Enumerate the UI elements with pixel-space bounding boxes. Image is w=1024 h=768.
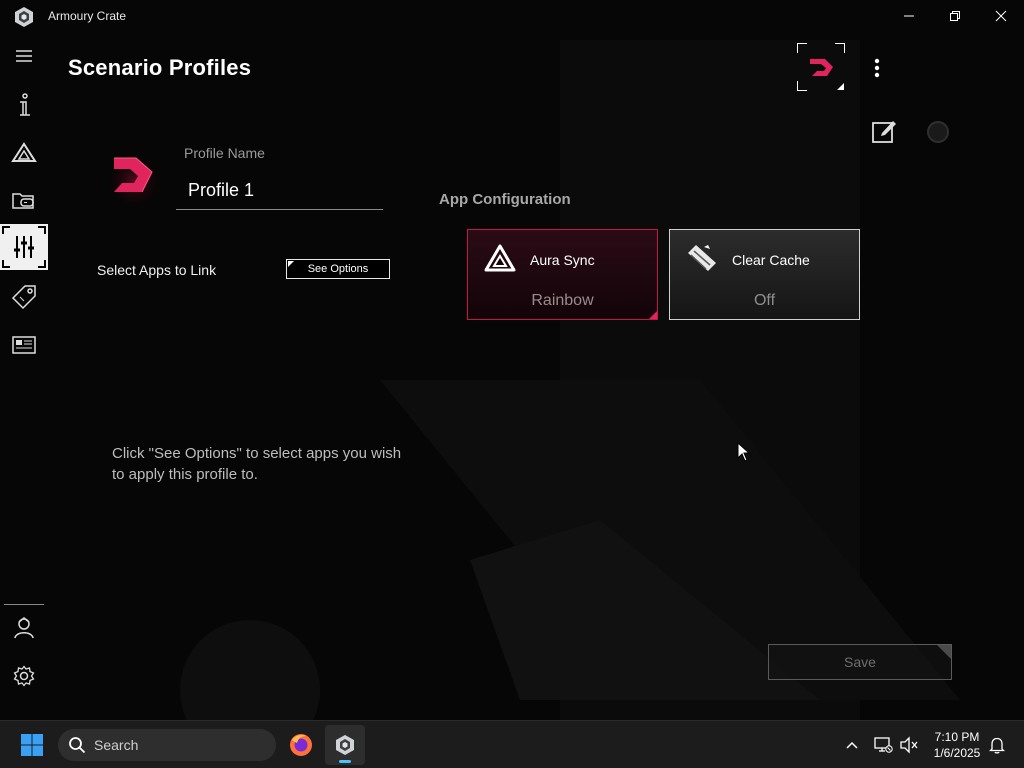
sidebar-item-settings[interactable] xyxy=(0,653,48,699)
search-label: Search xyxy=(94,737,139,753)
clock-date: 1/6/2025 xyxy=(933,746,981,760)
profile-name-label: Profile Name xyxy=(184,145,265,161)
active-app-indicator xyxy=(339,760,351,763)
window-title: Armoury Crate xyxy=(48,9,127,23)
close-icon xyxy=(995,10,1007,22)
game-library-icon xyxy=(12,193,34,209)
minimize-button[interactable] xyxy=(886,0,932,32)
search-icon xyxy=(69,737,86,754)
show-hidden-icons-button[interactable] xyxy=(840,733,864,757)
profile-name-input[interactable] xyxy=(176,172,383,210)
selection-bracket xyxy=(2,260,10,268)
page-title: Scenario Profiles xyxy=(68,55,252,80)
chevron-up-icon xyxy=(846,741,858,749)
info-icon xyxy=(20,93,30,116)
aura-sync-icon xyxy=(11,142,37,162)
sidebar-item-game-library[interactable] xyxy=(0,177,48,223)
profile-thumbnail-icon xyxy=(796,42,846,92)
select-apps-label: Select Apps to Link xyxy=(97,262,217,278)
selection-bracket xyxy=(38,226,46,234)
sidebar-item-aura-sync[interactable] xyxy=(0,130,48,176)
network-status[interactable] xyxy=(871,733,895,757)
taskbar-firefox[interactable] xyxy=(281,725,321,765)
firefox-icon xyxy=(290,734,312,756)
sidebar-item-user-center[interactable] xyxy=(0,605,48,651)
clear-cache-value: Off xyxy=(753,292,776,309)
more-vertical-icon xyxy=(874,58,880,78)
notifications-button[interactable] xyxy=(985,733,1009,757)
armoury-crate-logo-icon xyxy=(15,7,33,27)
profile-logo xyxy=(106,150,162,206)
button-corner-accent xyxy=(937,645,951,659)
sidebar-item-deals[interactable] xyxy=(0,274,48,320)
aura-sync-title: Aura Sync xyxy=(530,252,595,268)
background-decoration xyxy=(0,0,1024,720)
button-corner-accent xyxy=(288,261,294,267)
restore-icon xyxy=(950,11,960,21)
news-icon xyxy=(12,336,36,354)
config-card-aura-sync[interactable]: Aura Sync Rainbow xyxy=(467,229,658,320)
gear-icon xyxy=(13,665,35,687)
aura-sync-icon xyxy=(484,244,516,272)
close-button[interactable] xyxy=(978,0,1024,32)
more-options-button[interactable] xyxy=(866,55,888,81)
minimize-icon xyxy=(904,15,914,17)
selection-bracket xyxy=(38,260,46,268)
edit-icon xyxy=(872,121,896,143)
sidebar xyxy=(0,32,48,720)
volume-status[interactable] xyxy=(897,733,921,757)
taskbar: Search 7:10 PM 1/6/2025 xyxy=(0,720,1024,768)
card-corner-accent xyxy=(649,311,657,319)
config-card-clear-cache[interactable]: Clear Cache Off xyxy=(669,229,860,320)
start-button[interactable] xyxy=(14,729,50,761)
title-bar: Armoury Crate xyxy=(0,0,1024,32)
see-options-label: See Options xyxy=(307,263,369,275)
profile-status-icon xyxy=(926,120,950,144)
rog-profile-icon xyxy=(106,150,162,206)
armoury-crate-window: Armoury Crate Scenario Profiles Profile … xyxy=(0,0,1024,720)
sidebar-item-scenario-profiles[interactable] xyxy=(0,224,48,270)
aura-sync-value: Rainbow xyxy=(531,292,594,309)
save-label: Save xyxy=(844,654,876,670)
see-options-button[interactable]: See Options xyxy=(286,259,390,279)
taskbar-armoury-crate[interactable] xyxy=(325,725,365,765)
system-clock[interactable]: 7:10 PM 1/6/2025 xyxy=(922,729,992,761)
speaker-muted-icon xyxy=(900,736,918,754)
tag-icon xyxy=(11,285,36,310)
sidebar-item-menu[interactable] xyxy=(0,33,48,79)
sidebar-item-device-info[interactable] xyxy=(0,82,48,128)
mouse-cursor-icon xyxy=(737,442,751,462)
app-configuration-heading: App Configuration xyxy=(439,191,571,208)
apps-hint-text: Click "See Options" to select apps you w… xyxy=(112,445,402,483)
windows-start-icon xyxy=(21,734,43,756)
taskbar-search[interactable]: Search xyxy=(58,729,276,761)
hamburger-icon xyxy=(16,50,32,62)
profile-thumbnail[interactable] xyxy=(796,42,846,92)
armoury-crate-icon xyxy=(336,735,354,755)
sidebar-item-news[interactable] xyxy=(0,322,48,368)
maximize-button[interactable] xyxy=(932,0,978,32)
clear-cache-icon xyxy=(688,245,716,271)
selection-bracket xyxy=(2,226,10,234)
user-icon xyxy=(14,617,34,639)
bell-icon xyxy=(989,737,1005,754)
clear-cache-title: Clear Cache xyxy=(732,252,810,268)
network-icon xyxy=(874,737,893,753)
sliders-icon xyxy=(14,236,34,258)
clock-time: 7:10 PM xyxy=(934,730,980,744)
edit-profile-button[interactable] xyxy=(870,117,898,145)
save-button[interactable]: Save xyxy=(768,644,952,680)
